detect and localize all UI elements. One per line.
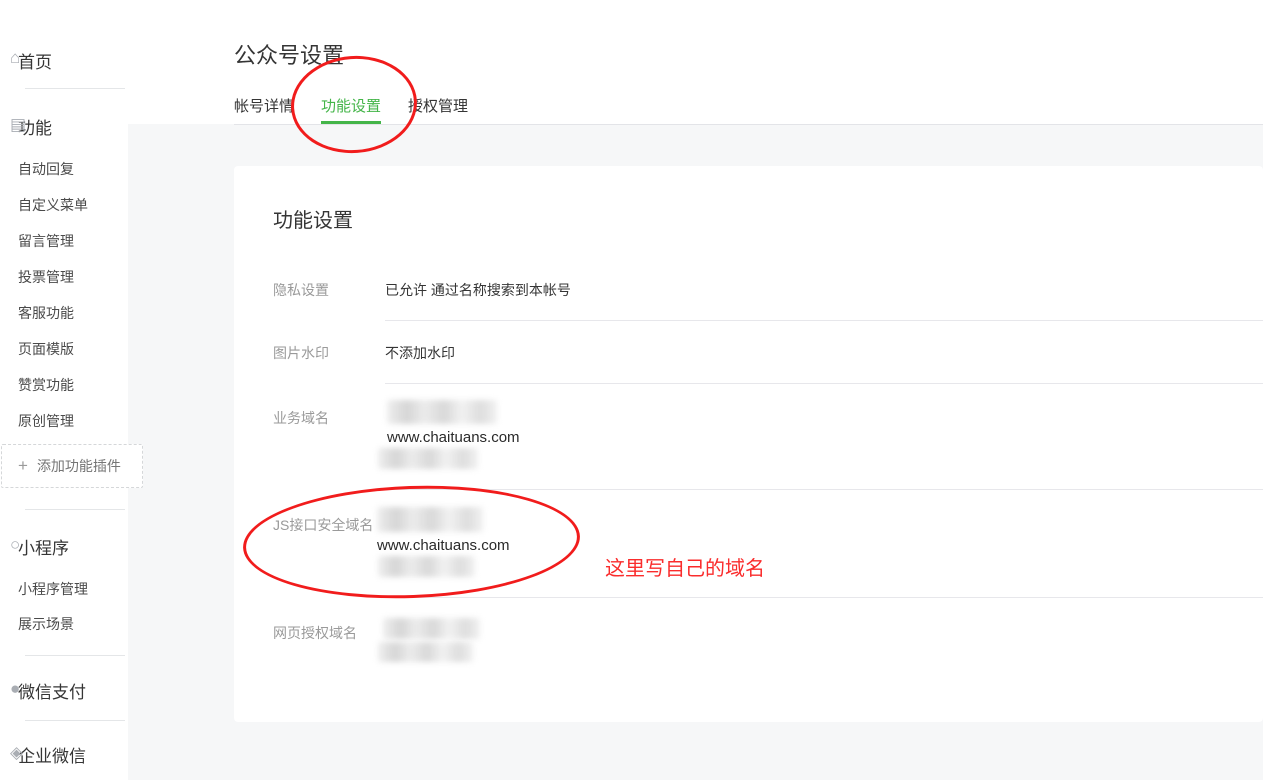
sidebar-item-original-mgmt[interactable]: 原创管理 [18,411,74,431]
redacted-domain [378,448,478,469]
sidebar-item-customer-service[interactable]: 客服功能 [18,303,74,323]
js-safe-domain-value: www.chaituans.com [377,537,510,554]
sidebar-item-label: 小程序 [18,539,69,558]
sidebar-item-miniprogram-mgmt[interactable]: 小程序管理 [18,579,88,599]
feature-settings-panel: 功能设置 隐私设置 已允许 通过名称搜索到本帐号 图片水印 不添加水印 业务域名… [234,166,1263,722]
tab-bar: 帐号详情 功能设置 授权管理 [234,95,495,124]
sidebar-divider [25,655,125,656]
sidebar: ⌂ 首页 ▤ 功能 自动回复 自定义菜单 留言管理 投票管理 客服功能 页面模版… [0,0,128,780]
row-divider [385,383,1263,384]
sidebar-item-custom-menu[interactable]: 自定义菜单 [18,195,88,215]
sidebar-item-display-scene[interactable]: 展示场景 [18,614,74,634]
privacy-setting-label: 隐私设置 [273,280,329,300]
business-domain-label: 业务域名 [273,408,329,428]
sidebar-divider [25,509,125,510]
miniprogram-icon: ○ [10,535,20,555]
sidebar-item-features[interactable]: ▤ 功能 [18,114,52,139]
grid-icon: ▤ [10,115,26,135]
header-band [0,0,1263,124]
sidebar-divider [25,720,125,721]
sidebar-item-wechat-pay[interactable]: ● 微信支付 [18,678,86,703]
page-title: 公众号设置 [234,38,344,70]
row-divider [385,597,1263,598]
privacy-setting-value: 已允许 通过名称搜索到本帐号 [385,280,571,300]
tab-authorization-mgmt[interactable]: 授权管理 [408,95,468,121]
business-domain-value: www.chaituans.com [387,429,520,446]
tabbar-divider [234,124,1263,125]
panel-heading: 功能设置 [273,204,353,233]
redacted-domain [378,556,475,577]
sidebar-item-miniprogram[interactable]: ○ 小程序 [18,534,69,559]
redacted-domain [383,618,480,639]
js-safe-domain-label: JS接口安全域名 [273,515,373,535]
wechat-pay-icon: ● [10,679,20,699]
annotation-note: 这里写自己的域名 [605,552,765,581]
sidebar-item-home[interactable]: ⌂ 首页 [18,48,52,73]
sidebar-item-label: 企业微信 [18,747,86,766]
home-icon: ⌂ [10,48,20,68]
sidebar-divider [25,88,125,89]
sidebar-item-label: 首页 [18,53,52,72]
redacted-domain [377,507,483,532]
image-watermark-label: 图片水印 [273,343,329,363]
work-wechat-icon: ◈ [10,743,23,763]
wechat-mp-settings-page: ⌂ 首页 ▤ 功能 自动回复 自定义菜单 留言管理 投票管理 客服功能 页面模版… [0,0,1263,780]
sidebar-item-work-wechat[interactable]: ◈ 企业微信 [18,742,86,767]
tab-feature-settings[interactable]: 功能设置 [321,95,381,124]
add-plugin-label: 添加功能插件 [37,456,121,476]
sidebar-item-vote-mgmt[interactable]: 投票管理 [18,267,74,287]
tab-account-details[interactable]: 帐号详情 [234,95,294,121]
image-watermark-value: 不添加水印 [385,343,455,363]
sidebar-item-appreciation[interactable]: 赞赏功能 [18,375,74,395]
row-divider [385,489,1263,490]
redacted-domain [378,642,473,662]
add-plugin-button[interactable]: + 添加功能插件 [1,444,143,488]
row-divider [385,320,1263,321]
sidebar-item-page-template[interactable]: 页面模版 [18,339,74,359]
redacted-domain [387,400,497,424]
sidebar-item-comment-mgmt[interactable]: 留言管理 [18,231,74,251]
plus-icon: + [18,456,28,476]
sidebar-item-auto-reply[interactable]: 自动回复 [18,159,74,179]
sidebar-item-label: 微信支付 [18,683,86,702]
web-auth-domain-label: 网页授权域名 [273,623,357,643]
